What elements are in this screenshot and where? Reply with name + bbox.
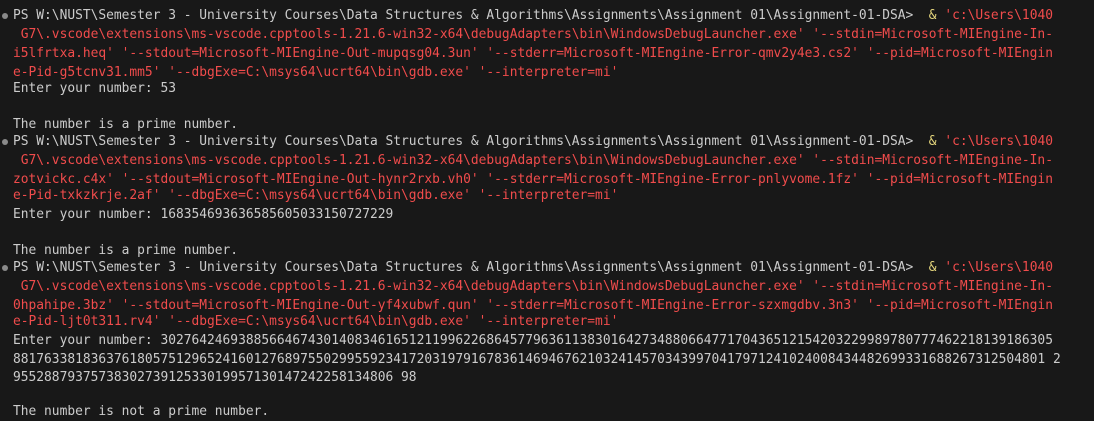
call-operator: & xyxy=(921,134,937,149)
command-continuation: G7\.vscode\extensions\ms-vscode.cpptools… xyxy=(13,27,1053,42)
command-decoration-icon[interactable] xyxy=(2,13,8,19)
prompt-line: PS W:\NUST\Semester 3 - University Cours… xyxy=(13,258,1053,277)
prompt-text: PS W:\NUST\Semester 3 - University Cours… xyxy=(13,8,922,23)
input-line: Enter your number: 302764246938856646743… xyxy=(13,333,1053,348)
input-line: 8817633818363761805751296524160127689755… xyxy=(13,352,1061,367)
command-decoration-icon[interactable] xyxy=(2,265,8,271)
input-line: 9552887937573830273912533019957130147242… xyxy=(13,370,417,385)
command-continuation: i5lfrtxa.heq' '--stdout=Microsoft-MIEngi… xyxy=(13,46,1053,61)
prompt-text: PS W:\NUST\Semester 3 - University Cours… xyxy=(13,134,922,149)
command-continuation: e-Pid-txkzkrje.2af' '--dbgExe=C:\msys64\… xyxy=(13,188,619,203)
call-operator: & xyxy=(921,260,937,275)
call-operator: & xyxy=(921,8,937,23)
result-line: The number is not a prime number. xyxy=(13,404,270,419)
command-continuation: G7\.vscode\extensions\ms-vscode.cpptools… xyxy=(13,279,1053,294)
command-arg: 'c:\Users\1040 xyxy=(944,260,1053,275)
terminal-panel[interactable]: PS W:\NUST\Semester 3 - University Cours… xyxy=(0,0,1094,421)
input-line: Enter your number: 168354693636585605033… xyxy=(13,207,394,222)
command-continuation: e-Pid-ljt0t311.rv4' '--dbgExe=C:\msys64\… xyxy=(13,314,619,329)
prompt-text: PS W:\NUST\Semester 3 - University Cours… xyxy=(13,260,922,275)
prompt-line: PS W:\NUST\Semester 3 - University Cours… xyxy=(13,132,1053,151)
command-arg: 'c:\Users\1040 xyxy=(944,8,1053,23)
command-decoration-icon[interactable] xyxy=(2,139,8,145)
terminal-scrollbar[interactable] xyxy=(1084,0,1094,421)
input-line: Enter your number: 53 xyxy=(13,81,176,96)
prompt-line: PS W:\NUST\Semester 3 - University Cours… xyxy=(13,6,1053,25)
command-continuation: G7\.vscode\extensions\ms-vscode.cpptools… xyxy=(13,153,1053,168)
command-arg: 'c:\Users\1040 xyxy=(944,134,1053,149)
